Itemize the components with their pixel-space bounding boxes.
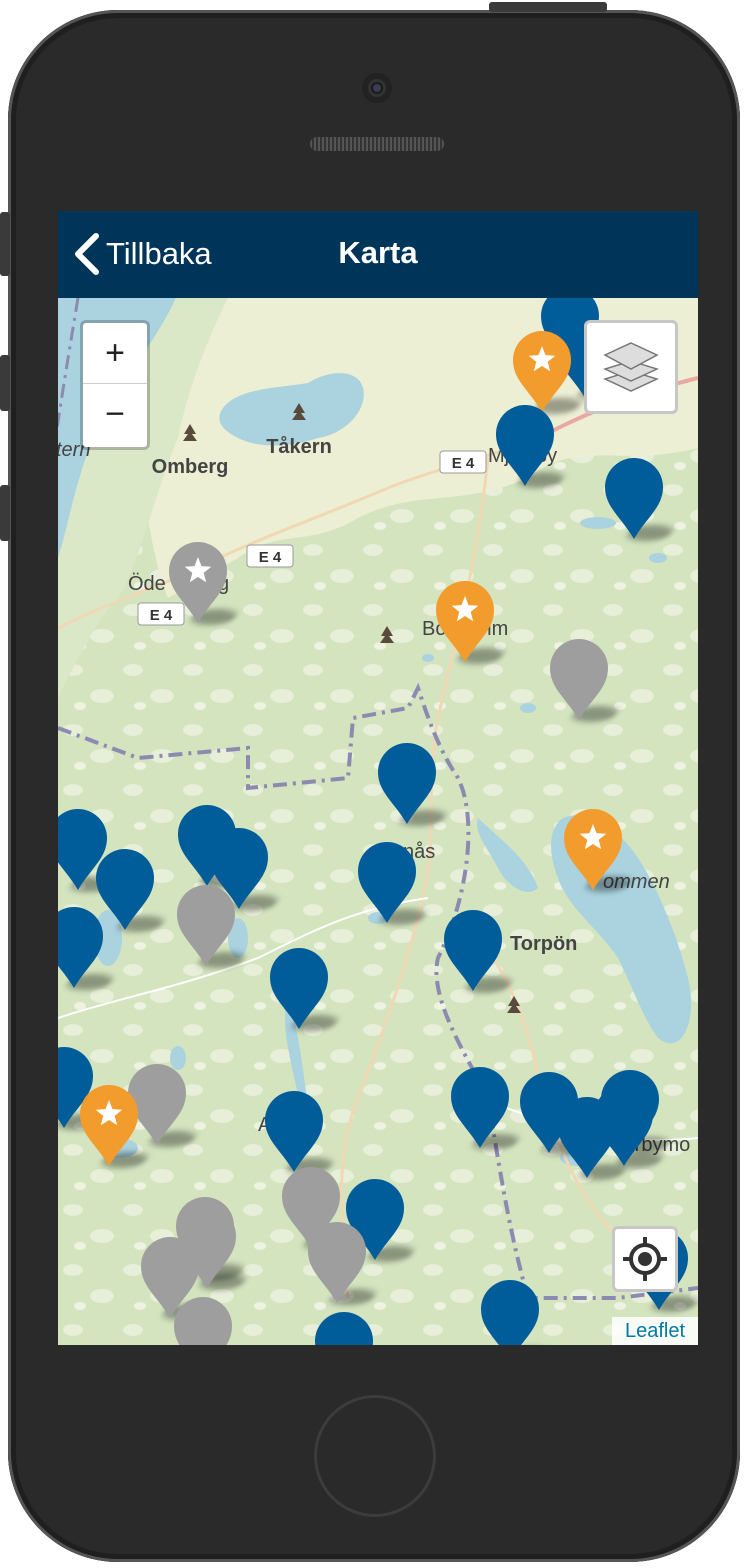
- home-button[interactable]: [314, 1395, 436, 1517]
- map-view[interactable]: E 4 E 4 E 4 Omberg Tåkern tern Öde g Mj …: [58, 298, 698, 1345]
- volume-up-button: [0, 355, 10, 411]
- volume-down-button: [0, 485, 10, 541]
- locate-button[interactable]: [612, 1226, 678, 1292]
- road-label: E 4: [259, 549, 282, 566]
- place-label: Omberg: [152, 456, 229, 478]
- layers-icon: [603, 342, 659, 392]
- front-camera: [362, 73, 392, 103]
- place-label: Tåkern: [266, 435, 332, 458]
- attribution-link[interactable]: Leaflet: [612, 1317, 698, 1345]
- zoom-in-button[interactable]: +: [83, 323, 147, 383]
- navbar: Tillbaka Karta: [58, 211, 698, 298]
- mute-switch: [0, 212, 10, 276]
- earpiece-speaker: [310, 137, 444, 151]
- road-label: E 4: [150, 607, 173, 624]
- layers-button[interactable]: [584, 320, 678, 414]
- zoom-out-button[interactable]: −: [83, 383, 147, 444]
- road-label: E 4: [452, 455, 475, 472]
- app-screen: Tillbaka Karta E 4 E 4 E 4 Omberg Tåkern…: [58, 211, 698, 1345]
- page-title: Karta: [338, 235, 418, 270]
- locate-icon: [623, 1237, 667, 1281]
- place-label: Öde: [128, 573, 166, 595]
- power-button: [489, 2, 607, 12]
- zoom-control: + −: [80, 320, 150, 450]
- map-tiles: E 4 E 4 E 4 Omberg Tåkern tern Öde g Mj …: [58, 298, 698, 1345]
- place-label: Torpön: [510, 933, 577, 955]
